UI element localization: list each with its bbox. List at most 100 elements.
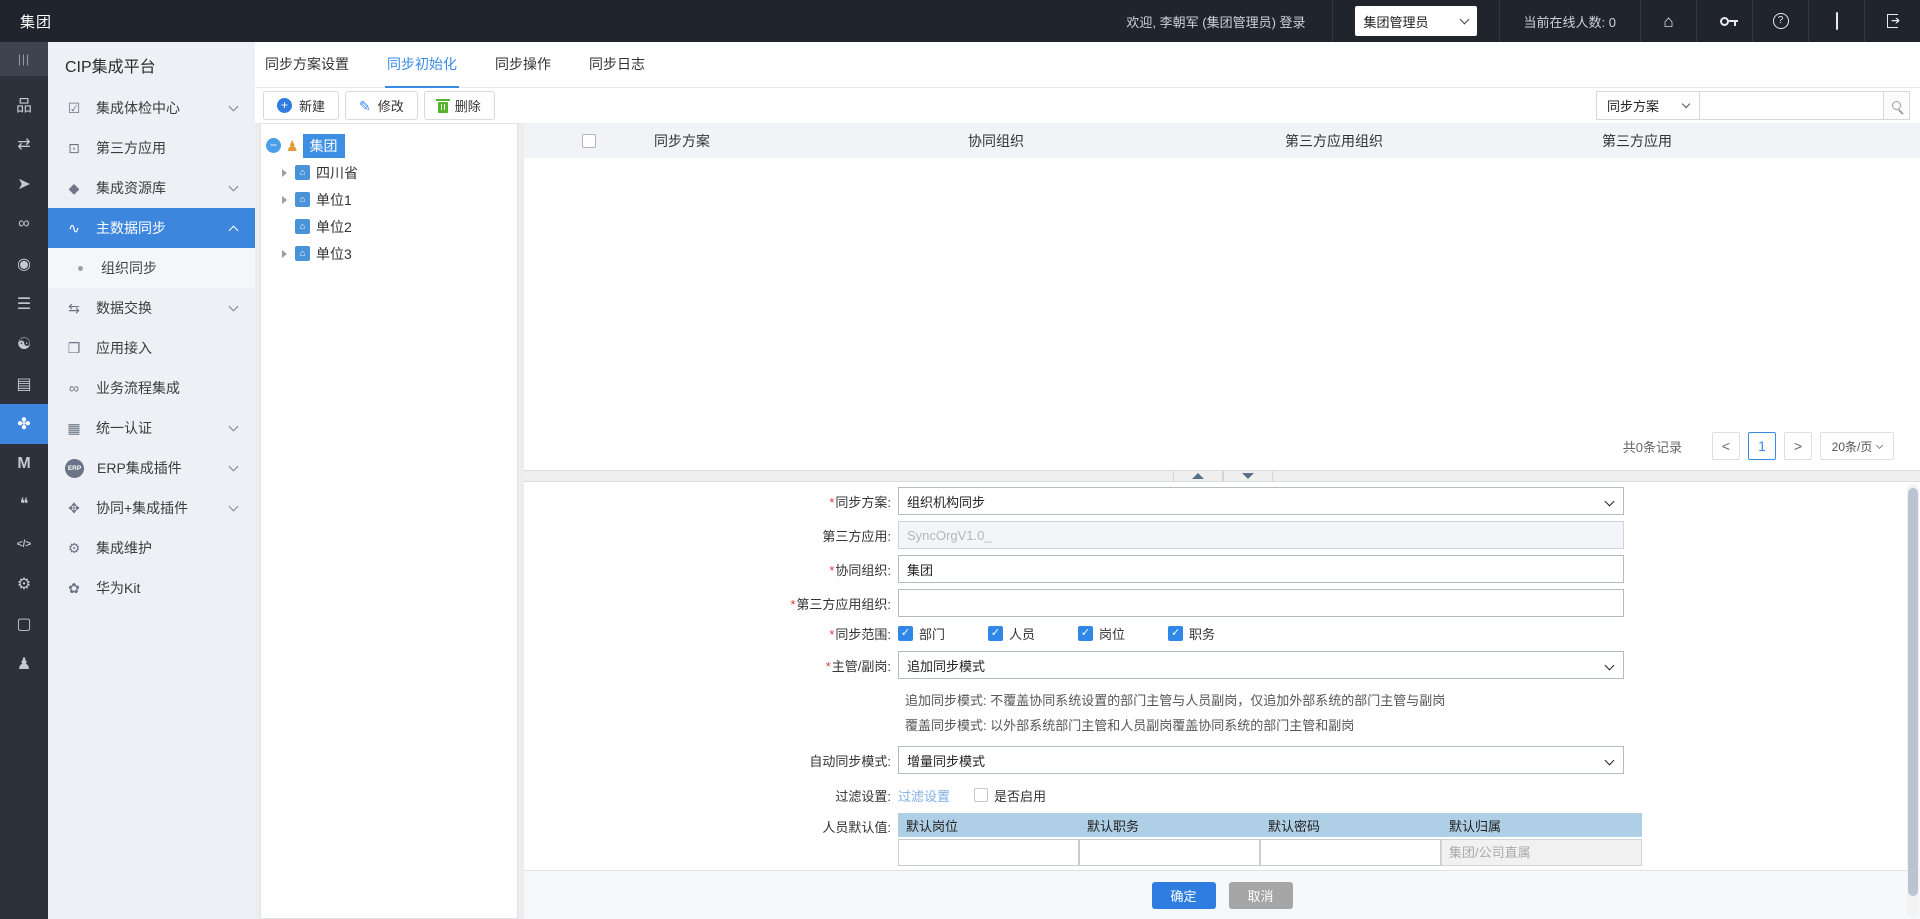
monitor-rail-icon[interactable]: ▢ <box>0 604 48 644</box>
home-button[interactable]: ⌂ <box>1640 0 1696 42</box>
scope-option-duty[interactable]: 职务 <box>1168 624 1215 643</box>
confirm-button[interactable]: 确定 <box>1152 882 1216 909</box>
role-select[interactable]: 集团管理员 <box>1355 6 1477 36</box>
default-post-input[interactable] <box>898 839 1079 866</box>
top-bar: 集团 欢迎, 李朝军 (集团管理员) 登录 集团管理员 当前在线人数: 0 ⌂ <box>0 0 1920 42</box>
chevron-up-icon <box>229 225 239 235</box>
key-icon <box>1720 17 1729 26</box>
form-scrollbar[interactable] <box>1907 484 1919 918</box>
tree-node-unit3[interactable]: ⌂ 单位3 <box>261 240 517 267</box>
default-duty-input[interactable] <box>1079 839 1260 866</box>
cap-badge-icon[interactable]: ◉ <box>0 244 48 284</box>
code-icon[interactable]: </> <box>0 524 48 564</box>
tab-sync-plan-settings[interactable]: 同步方案设置 <box>263 42 351 88</box>
form-row-auto-sync: 自动同步模式: 增量同步模式 <box>524 746 1909 774</box>
sidebar-item-erp-plugin[interactable]: ERP ERP集成插件 <box>48 448 255 488</box>
expand-arrow-icon[interactable] <box>282 196 287 204</box>
sidebar-item-app-access[interactable]: ❒ 应用接入 <box>48 328 255 368</box>
third-app-org-input[interactable] <box>898 589 1624 617</box>
metro-m-icon[interactable]: M <box>0 444 48 484</box>
default-password-input[interactable] <box>1260 839 1441 866</box>
help-button[interactable] <box>1752 0 1808 42</box>
password-button[interactable] <box>1696 0 1752 42</box>
search-category-select[interactable]: 同步方案 <box>1596 91 1700 120</box>
prev-page-button[interactable]: < <box>1712 432 1740 460</box>
expand-arrow-icon[interactable] <box>282 250 287 258</box>
tab-sync-operation[interactable]: 同步操作 <box>493 42 553 88</box>
collapse-up-button[interactable] <box>1173 471 1223 481</box>
collapse-down-button[interactable] <box>1223 471 1273 481</box>
tree-node-sichuan[interactable]: ⌂ 四川省 <box>261 159 517 186</box>
sidebar-item-maintenance[interactable]: ⚙ 集成维护 <box>48 528 255 568</box>
supervisor-mode-select[interactable]: 追加同步模式 <box>898 651 1624 679</box>
sidebar-item-org-sync[interactable]: 组织同步 <box>48 248 255 288</box>
col-default-post: 默认岗位 <box>898 816 1079 835</box>
tree-node-unit1[interactable]: ⌂ 单位1 <box>261 186 517 213</box>
scope-option-post[interactable]: 岗位 <box>1078 624 1125 643</box>
checkbox-checked-icon[interactable] <box>898 626 913 641</box>
menu-toggle-icon[interactable]: ||| <box>0 42 48 76</box>
sync-detail-form: *同步方案: 组织机构同步 第三方应用: *协同组织: *第三方应用组织: *同… <box>524 482 1920 919</box>
checkbox-checked-icon[interactable] <box>1168 626 1183 641</box>
checkbox-checked-icon[interactable] <box>1078 626 1093 641</box>
palette-icon[interactable]: ☯ <box>0 324 48 364</box>
sidebar-item-collab-plugin[interactable]: ✥ 协同+集成插件 <box>48 488 255 528</box>
org-structure-icon[interactable]: 品 <box>0 84 48 124</box>
database-icon[interactable]: ☰ <box>0 284 48 324</box>
sidebar-item-resource-lib[interactable]: ◆ 集成资源库 <box>48 168 255 208</box>
bullet-icon <box>78 266 83 271</box>
sidebar-item-data-exchange[interactable]: ⇆ 数据交换 <box>48 288 255 328</box>
auto-sync-mode-select[interactable]: 增量同步模式 <box>898 746 1624 774</box>
collapse-icon[interactable] <box>266 138 281 153</box>
select-all-checkbox[interactable] <box>582 134 596 148</box>
col-default-duty: 默认职务 <box>1079 816 1260 835</box>
search-button[interactable] <box>1884 91 1910 120</box>
field-label: 过滤设置: <box>835 789 891 804</box>
sidebar-item-huawei-kit[interactable]: ✿ 华为Kit <box>48 568 255 608</box>
cancel-button[interactable]: 取消 <box>1229 882 1293 909</box>
sidebar-item-process-integration[interactable]: ∞ 业务流程集成 <box>48 368 255 408</box>
sidebar-item-third-party-app[interactable]: ⊡ 第三方应用 <box>48 128 255 168</box>
default-belong-input[interactable] <box>1441 839 1642 866</box>
tree-node-root[interactable]: ♟ 集团 <box>261 132 517 159</box>
scope-option-dept[interactable]: 部门 <box>898 624 945 643</box>
sidebar-item-unified-auth[interactable]: ▦ 统一认证 <box>48 408 255 448</box>
delete-button[interactable]: 删除 <box>424 91 495 120</box>
new-button[interactable]: 新建 <box>263 91 339 120</box>
chevron-down-icon <box>229 462 239 472</box>
enable-filter-checkbox[interactable] <box>974 788 988 802</box>
expand-arrow-icon[interactable] <box>282 169 287 177</box>
flower-gear-icon: ✿ <box>65 580 83 597</box>
sidebar-item-health-center[interactable]: ☑ 集成体检中心 <box>48 88 255 128</box>
gear-icon[interactable]: ⚙ <box>0 564 48 604</box>
apps-grid-icon[interactable]: ✤ <box>0 404 48 444</box>
logout-button[interactable] <box>1864 0 1920 42</box>
tab-sync-init[interactable]: 同步初始化 <box>385 42 459 88</box>
filter-settings-link[interactable]: 过滤设置 <box>898 786 950 805</box>
chat-icon[interactable]: ❝ <box>0 484 48 524</box>
icon-rail: ||| 品 ⇄ ➤ ∞ ◉ ☰ ☯ ▤ ✤ M ❝ </> ⚙ ▢ ♟ <box>0 42 48 919</box>
search-input[interactable] <box>1700 91 1884 120</box>
document-icon[interactable]: ▤ <box>0 364 48 404</box>
sync-plan-select[interactable]: 组织机构同步 <box>898 487 1624 515</box>
current-page-button[interactable]: 1 <box>1748 432 1776 460</box>
send-icon[interactable]: ➤ <box>0 164 48 204</box>
panel-splitter[interactable] <box>524 470 1920 482</box>
coop-org-input[interactable] <box>898 555 1624 583</box>
page-size-select[interactable]: 20条/页 <box>1820 432 1894 460</box>
health-check-icon: ☑ <box>65 100 83 117</box>
data-transfer-icon[interactable]: ⇄ <box>0 124 48 164</box>
user-icon[interactable]: ♟ <box>0 644 48 684</box>
next-page-button[interactable]: > <box>1784 432 1812 460</box>
tree-node-unit2[interactable]: ⌂ 单位2 <box>261 213 517 240</box>
sidebar-item-master-data-sync[interactable]: ∿ 主数据同步 <box>48 208 255 248</box>
edit-button[interactable]: ✎ 修改 <box>345 91 418 120</box>
link-chain-icon[interactable]: ∞ <box>0 204 48 244</box>
scrollbar-thumb[interactable] <box>1908 488 1918 896</box>
scope-option-person[interactable]: 人员 <box>988 624 1035 643</box>
console-button[interactable] <box>1808 0 1864 42</box>
checkbox-checked-icon[interactable] <box>988 626 1003 641</box>
tab-sync-log[interactable]: 同步日志 <box>587 42 647 88</box>
col-header-third-app-org: 第三方应用组织 <box>1285 131 1602 151</box>
pencil-icon: ✎ <box>359 99 371 113</box>
